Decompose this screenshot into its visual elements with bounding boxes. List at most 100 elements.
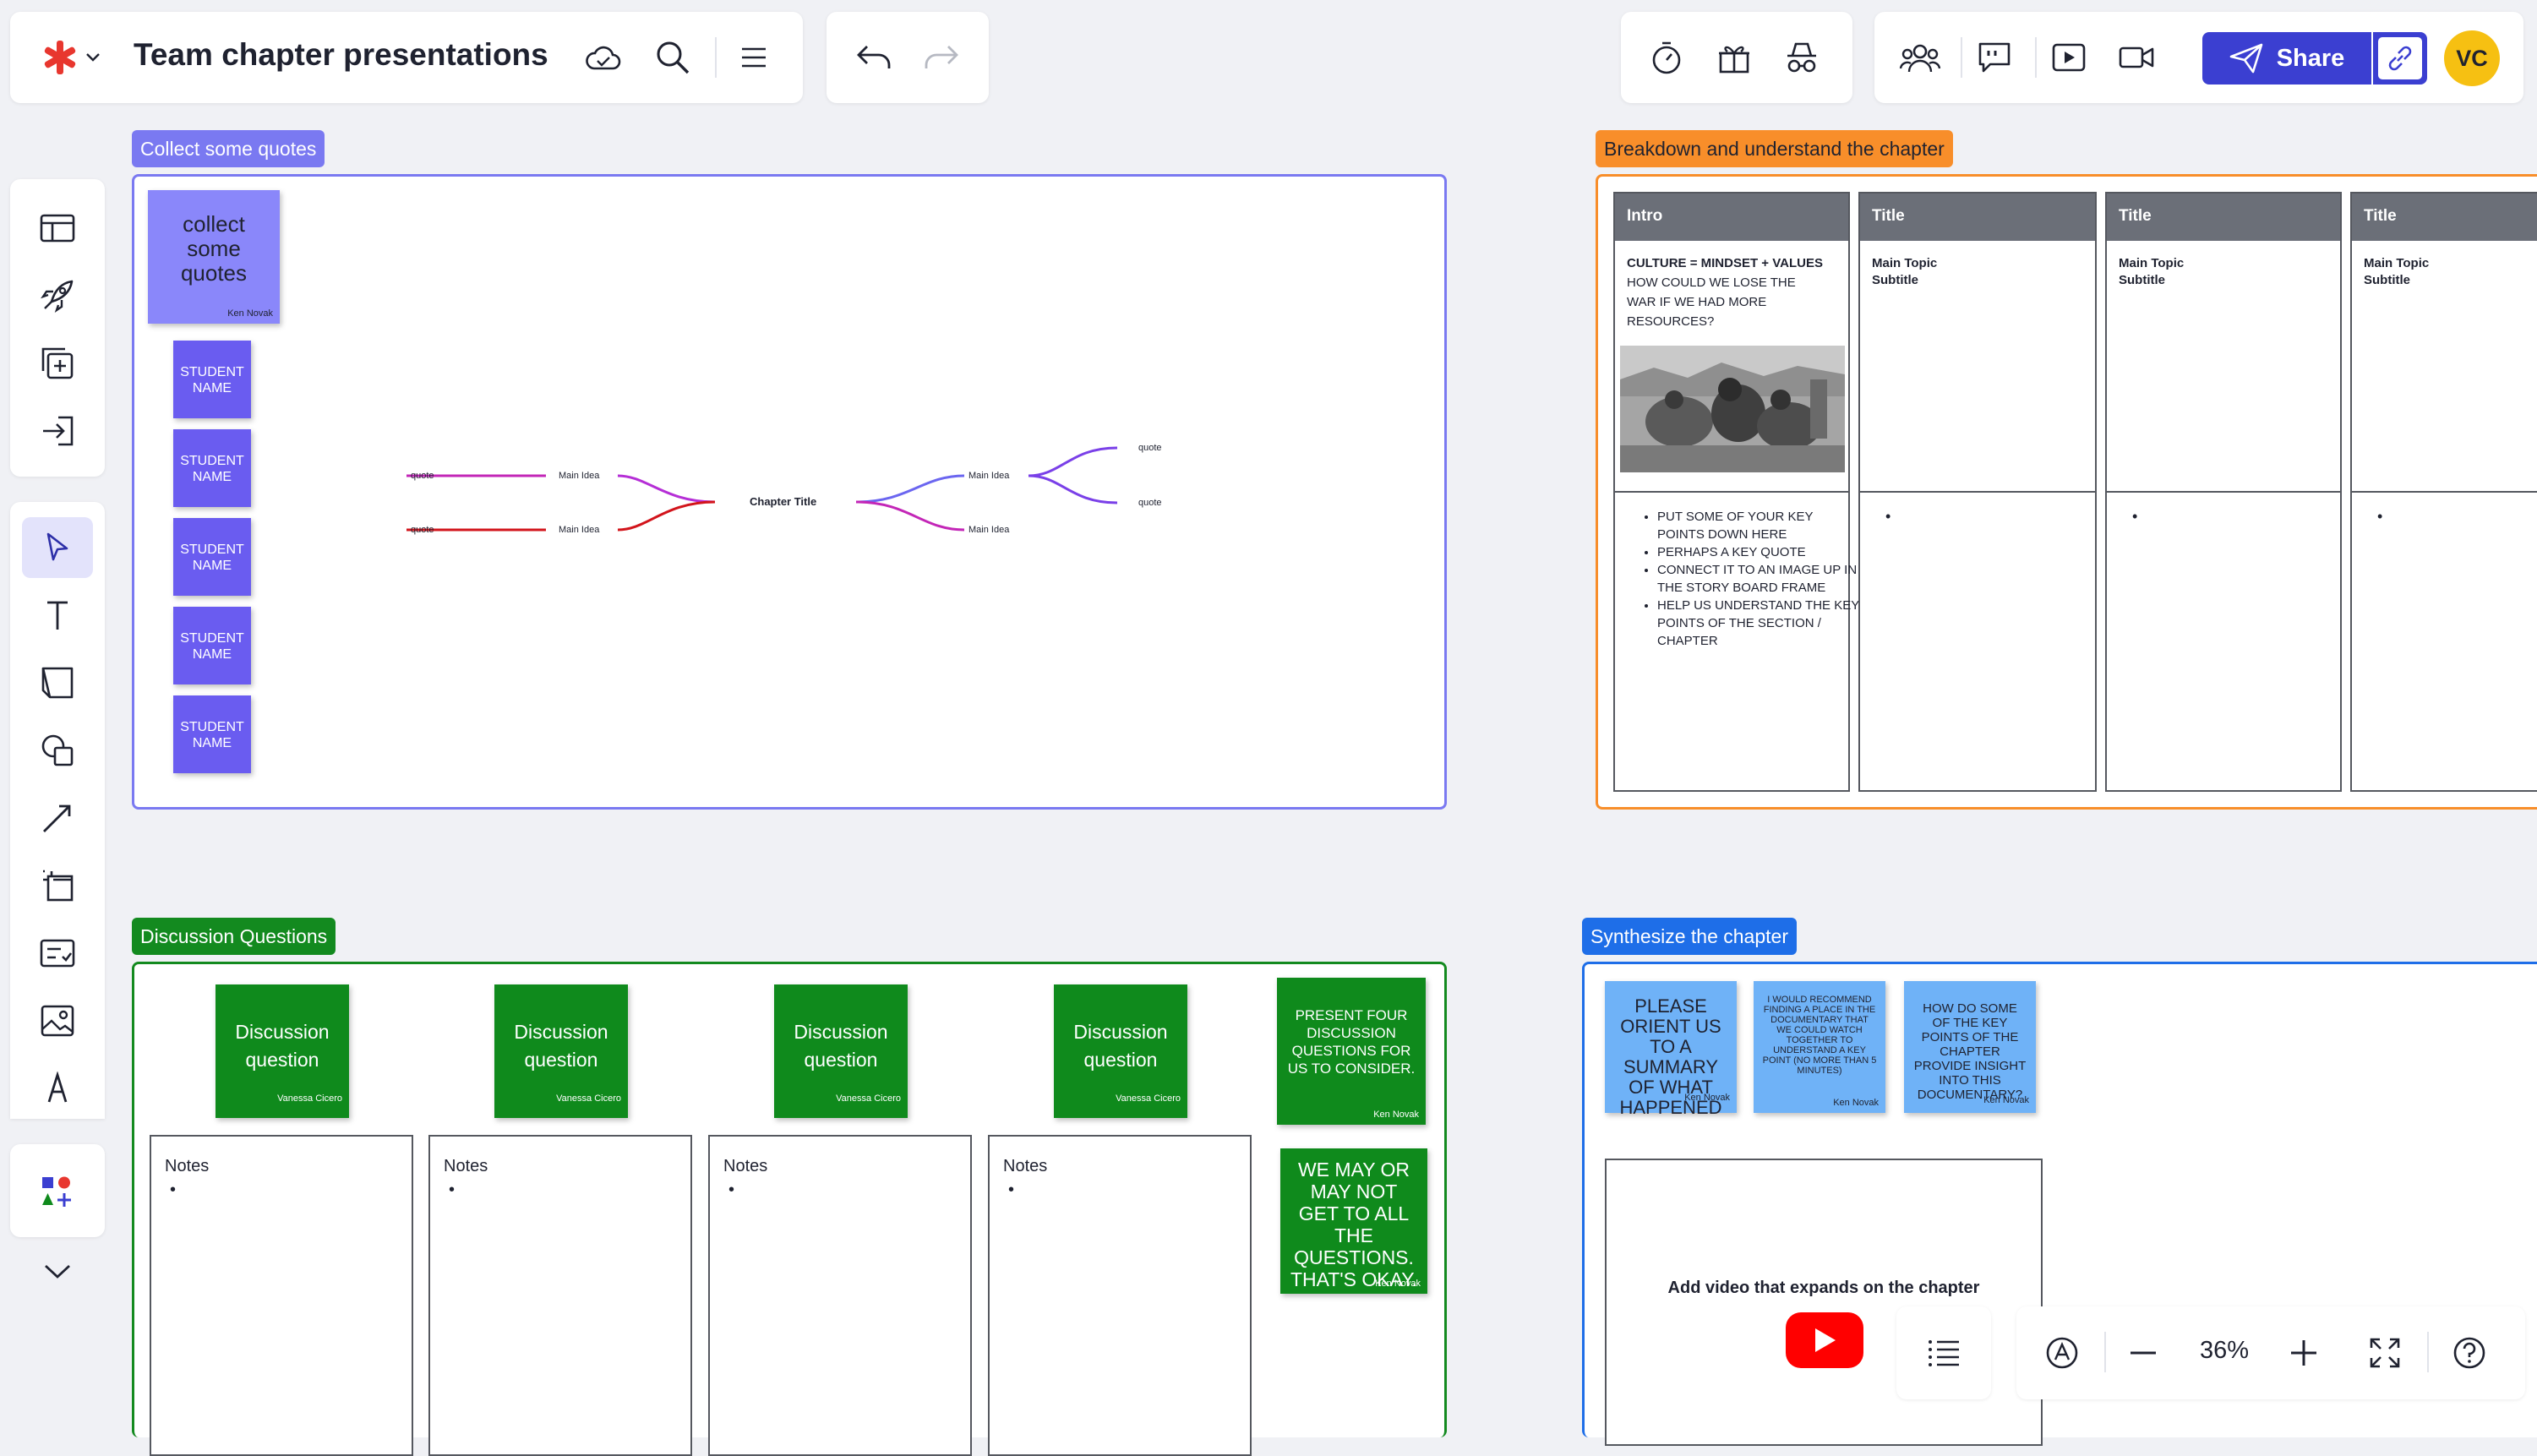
timer-button[interactable] [1641, 32, 1692, 83]
outline-button[interactable] [1918, 1328, 1969, 1378]
mindmap-node-idea[interactable]: Main Idea [559, 471, 599, 481]
rail-collapse-button[interactable] [22, 1242, 93, 1301]
war-photo [1620, 346, 1845, 472]
avatar[interactable]: VC [2444, 30, 2500, 86]
add-frame-icon [40, 346, 75, 381]
share-button[interactable]: Share [2202, 32, 2371, 85]
sticky-author: Ken Novak [1375, 1279, 1421, 1289]
mindmap-line [617, 500, 716, 532]
frame-label-synthesize[interactable]: Synthesize the chapter [1582, 918, 1797, 955]
ai-assist-button[interactable] [2037, 1328, 2087, 1378]
discussion-sticky[interactable]: Discussion question Vanessa Cicero [216, 984, 349, 1118]
zoom-level[interactable]: 36% [2182, 1337, 2267, 1365]
board-title[interactable]: Team chapter presentations [134, 37, 548, 73]
zoom-in-button[interactable] [2278, 1328, 2329, 1378]
video-call-button[interactable] [2111, 32, 2162, 83]
select-tool[interactable] [22, 517, 93, 578]
discussion-sticky[interactable]: Discussion question Vanessa Cicero [774, 984, 908, 1118]
mindmap-node-idea[interactable]: Main Idea [968, 525, 1009, 535]
notes-box[interactable]: Notes • [708, 1135, 972, 1456]
empty-bullet: • [1008, 1181, 1015, 1199]
mindmap-node-quote[interactable]: quote [411, 525, 434, 535]
import-button[interactable] [22, 401, 93, 461]
cloud-sync-button[interactable] [578, 32, 629, 83]
synthesize-sticky[interactable]: PLEASE ORIENT US TO A SUMMARY OF WHAT HA… [1605, 981, 1737, 1118]
breakdown-column[interactable]: Title Main Topic Subtitle • [2350, 192, 2537, 792]
main-menu-button[interactable] [728, 32, 779, 83]
connector-tool[interactable] [22, 788, 93, 848]
comments-button[interactable] [1969, 32, 2020, 83]
synthesize-sticky[interactable]: I WOULD RECOMMEND FINDING A PLACE IN THE… [1754, 981, 1885, 1113]
column-topic-bold: Main Topic [2119, 256, 2185, 270]
left-rail-bottom [10, 1144, 105, 1237]
notes-box[interactable]: Notes • [988, 1135, 1252, 1456]
sticky-author: Vanessa Cicero [836, 1093, 901, 1104]
breakdown-column[interactable]: Title Main Topic Subtitle • [1858, 192, 2097, 792]
redo-button[interactable] [916, 32, 967, 83]
frame-label-quotes[interactable]: Collect some quotes [132, 130, 325, 167]
notes-box[interactable]: Notes • [428, 1135, 692, 1456]
share-button-label: Share [2276, 44, 2345, 72]
present-button[interactable] [2043, 32, 2094, 83]
empty-bullet: • [2377, 508, 2383, 525]
apps-button[interactable] [22, 1161, 93, 1222]
video-embed-box[interactable]: Add video that expands on the chapter [1605, 1159, 2043, 1446]
frame-quotes[interactable]: collect some quotes Ken Novak STUDENT NA… [132, 174, 1447, 810]
logo-menu-button[interactable] [29, 32, 113, 83]
help-button[interactable] [2444, 1328, 2495, 1378]
frame-discussion[interactable]: Discussion question Vanessa Cicero Discuss… [132, 962, 1447, 1456]
zoom-in-icon [2289, 1339, 2318, 1367]
text-tool[interactable] [22, 585, 93, 646]
gift-button[interactable] [1709, 32, 1760, 83]
discussion-sticky[interactable]: Discussion question Vanessa Cicero [494, 984, 628, 1118]
mindmap-node-quote[interactable]: quote [1138, 443, 1162, 453]
toolbar-divider [2104, 1332, 2106, 1372]
sticky-text: PRESENT FOUR DISCUSSION QUESTIONS FOR US… [1287, 1007, 1416, 1077]
discussion-sticky[interactable]: Discussion question Vanessa Cicero [1054, 984, 1187, 1118]
frame-breakdown[interactable]: Intro CULTURE = MINDSET + VALUES HOW COU… [1596, 174, 2537, 810]
frame-icon [40, 868, 75, 903]
redo-icon [923, 45, 960, 70]
mindmap-node-center[interactable]: Chapter Title [750, 495, 816, 508]
column-divider [1860, 491, 2095, 493]
copy-link-button[interactable] [2373, 32, 2427, 85]
breakdown-column[interactable]: Title Main Topic Subtitle • [2105, 192, 2342, 792]
youtube-icon[interactable] [1786, 1312, 1863, 1368]
image-tool[interactable] [22, 990, 93, 1051]
empty-bullet: • [1885, 508, 1891, 525]
mindmap-line [855, 500, 965, 532]
notes-label: Notes [1003, 1157, 1048, 1175]
zoom-out-button[interactable] [2118, 1328, 2169, 1378]
mindmap-node-idea[interactable]: Main Idea [559, 525, 599, 535]
layout-button[interactable] [22, 198, 93, 259]
add-frame-button[interactable] [22, 333, 93, 394]
collaborators-button[interactable] [1895, 32, 1945, 83]
templates-button[interactable] [22, 265, 93, 326]
private-mode-button[interactable] [1776, 32, 1827, 83]
shapes-tool[interactable] [22, 720, 93, 781]
fit-to-screen-button[interactable] [2360, 1328, 2410, 1378]
frame-label-breakdown[interactable]: Breakdown and understand the chapter [1596, 130, 1953, 167]
mindmap-node-quote[interactable]: quote [411, 471, 434, 481]
sticky-note[interactable]: PRESENT FOUR DISCUSSION QUESTIONS FOR US… [1277, 978, 1426, 1125]
sticky-note-tool[interactable] [22, 652, 93, 713]
search-icon [655, 40, 690, 75]
sticky-note[interactable]: WE MAY OR MAY NOT GET TO ALL THE QUESTIO… [1280, 1148, 1427, 1294]
column-subtitle: Subtitle [2364, 273, 2410, 287]
breakdown-column[interactable]: Intro CULTURE = MINDSET + VALUES HOW COU… [1613, 192, 1859, 792]
notes-box[interactable]: Notes • [150, 1135, 413, 1456]
mindmap-node-idea[interactable]: Main Idea [968, 471, 1009, 481]
ink-tool[interactable] [22, 1058, 93, 1119]
card-tool[interactable] [22, 923, 93, 984]
ink-icon [44, 1072, 71, 1105]
mindmap-connectors [406, 446, 1118, 532]
mindmap-line [617, 474, 716, 504]
frame-label-discussion[interactable]: Discussion Questions [132, 918, 336, 955]
synthesize-sticky[interactable]: HOW DO SOME OF THE KEY POINTS OF THE CHA… [1904, 981, 2036, 1113]
mindmap-node-quote[interactable]: quote [1138, 498, 1162, 508]
search-button[interactable] [647, 32, 698, 83]
column-divider [1615, 491, 1848, 493]
undo-button[interactable] [848, 32, 899, 83]
frame-tool[interactable] [22, 855, 93, 916]
column-divider [2107, 491, 2340, 493]
